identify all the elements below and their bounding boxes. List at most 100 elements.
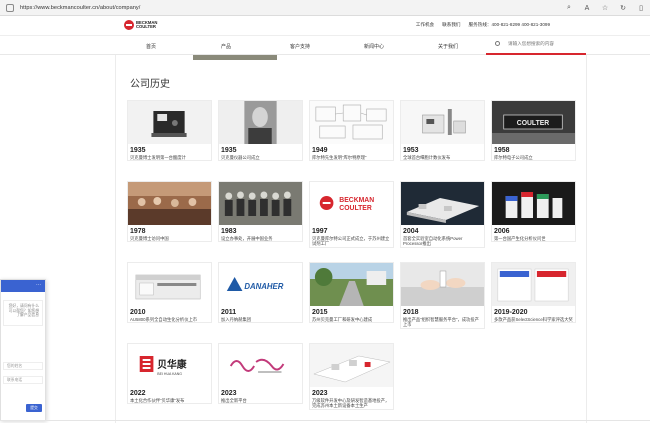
card-desc: 贝克曼博士访问中国 <box>130 236 169 241</box>
card-desc: 第一台国产生化分析仪问世 <box>494 236 546 241</box>
browser-address-bar[interactable]: https://www.beckmancoulter.cn/about/comp… <box>0 0 650 16</box>
history-card[interactable]: 2023 万级软件开发中心及研发智造基地投产，完成苏州本土新设备本土生产 <box>309 343 394 410</box>
beckman-logo[interactable]: BECKMAN COULTER <box>124 20 157 30</box>
top-links: 工作机会 联系我们 服务热线：400-821-8299 400-821-3099 <box>416 22 550 28</box>
card-year: 1953 <box>403 147 419 154</box>
card-year: 1978 <box>130 228 146 235</box>
history-card[interactable]: 贝华康 BEI HUA KANG 2022 本土化合作伙伴“贝华康”发布 <box>127 343 212 405</box>
history-card[interactable]: 2015 苏州贝克曼工厂和研发中心建成 <box>309 262 394 324</box>
card-image <box>401 101 484 144</box>
card-image: DANAHER <box>219 263 302 306</box>
reader-icon[interactable]: ▯ <box>632 4 650 12</box>
search-icon[interactable]: ⌕ <box>560 4 578 12</box>
favorite-icon[interactable]: ☆ <box>596 4 614 12</box>
card-year: 2023 <box>312 390 328 397</box>
history-card[interactable]: DANAHER 2011 加入丹纳赫集团 <box>218 262 303 324</box>
card-year: 1983 <box>221 228 237 235</box>
service-hotline: 服务热线：400-821-8299 400-821-3099 <box>468 22 550 27</box>
site-info-icon[interactable] <box>6 3 14 12</box>
history-card[interactable]: 1978 贝克曼博士访问中国 <box>127 181 212 243</box>
card-image <box>310 101 393 144</box>
card-year: 2011 <box>221 309 237 316</box>
nav-about[interactable]: 关于我们 <box>438 43 458 50</box>
card-desc: 贝克曼仪器公司成立 <box>221 155 260 160</box>
card-desc: 推出全新平台 <box>221 398 247 403</box>
card-desc: 加入丹纳赫集团 <box>221 317 252 322</box>
more-icon[interactable]: ··· <box>36 282 41 288</box>
svg-text:BECKMAN: BECKMAN <box>339 197 374 204</box>
link-careers[interactable]: 工作机会 <box>416 22 434 28</box>
chat-widget[interactable]: ··· 您好，请问有什么可以帮您？如您想了解产品信息 您的姓名 联系电话 提交 <box>0 279 46 421</box>
card-desc: 首套全实验室自动化系统Power Processor推出 <box>403 236 463 247</box>
history-card[interactable]: 2004 首套全实验室自动化系统Power Processor推出 <box>400 181 485 248</box>
history-card[interactable]: COULTER 1958 库尔特电子公司成立 <box>491 100 576 162</box>
banner-remnant <box>193 55 277 60</box>
nav-products[interactable]: 产品 <box>221 43 231 50</box>
browser-toolbar: ⌕ A ☆ ↻ ▯ <box>560 0 650 16</box>
chat-phone-field[interactable]: 联系电话 <box>3 376 43 384</box>
card-year: 1958 <box>494 147 510 154</box>
history-card[interactable]: 1953 全球首台细胞计数仪发布 <box>400 100 485 162</box>
card-year: 2023 <box>221 390 237 397</box>
search-input[interactable] <box>508 41 582 46</box>
svg-text:DANAHER: DANAHER <box>244 282 283 291</box>
history-card[interactable]: 1935 贝克曼仪器公司成立 <box>218 100 303 162</box>
svg-text:COULTER: COULTER <box>339 205 371 212</box>
history-card[interactable]: 2018 推出产品“组织智慧服务平台”，成功投产上市 <box>400 262 485 329</box>
link-contact[interactable]: 联系我们 <box>442 22 460 28</box>
card-year: 1935 <box>130 147 146 154</box>
card-year: 2022 <box>130 390 146 397</box>
card-image <box>219 101 302 144</box>
card-image: BECKMAN COULTER <box>310 182 393 225</box>
read-aloud-icon[interactable]: A <box>578 5 596 12</box>
card-desc: 设立办事处，开展中国业务 <box>221 236 273 241</box>
history-card[interactable]: 2023 推出全新平台 <box>218 343 303 405</box>
history-card[interactable]: 2006 第一台国产生化分析仪问世 <box>491 181 576 243</box>
nav-news[interactable]: 新闻中心 <box>364 43 384 50</box>
card-desc: 多款产品获SelectScience科学家评选大奖 <box>494 317 573 322</box>
site-search[interactable] <box>486 36 586 55</box>
search-icon <box>495 41 500 46</box>
history-card[interactable]: 1949 库尔特先生发明“库尔特原理” <box>309 100 394 162</box>
chat-header[interactable]: ··· <box>1 280 45 292</box>
card-image <box>128 101 211 144</box>
logo-mark-icon <box>124 20 134 30</box>
card-desc: AU5800系列全自动生化分析仪上市 <box>130 317 198 322</box>
history-card[interactable]: BECKMAN COULTER 1997 贝克曼库尔特公司正式成立，于苏州建立试… <box>309 181 394 248</box>
card-desc: 万级软件开发中心及研发智造基地投产，完成苏州本土新设备本土生产 <box>312 398 390 409</box>
card-year: 2015 <box>312 309 328 316</box>
svg-text:贝华康: 贝华康 <box>157 358 186 371</box>
svg-text:BEI HUA KANG: BEI HUA KANG <box>157 372 182 376</box>
nav-home[interactable]: 首页 <box>146 43 156 50</box>
card-year: 2006 <box>494 228 510 235</box>
card-image <box>492 182 575 225</box>
company-history-section: 公司历史 1935 贝克曼博士发明第一台酸度计 1935 贝克曼仪器公司成立 1… <box>115 55 587 423</box>
history-card[interactable]: 2010 AU5800系列全自动生化分析仪上市 <box>127 262 212 324</box>
history-card[interactable]: 1935 贝克曼博士发明第一台酸度计 <box>127 100 212 162</box>
history-card[interactable]: 1983 设立办事处，开展中国业务 <box>218 181 303 243</box>
card-image: COULTER <box>492 101 575 144</box>
card-image <box>401 263 484 306</box>
chat-name-field[interactable]: 您的姓名 <box>3 362 43 370</box>
card-image: 贝华康 BEI HUA KANG <box>128 344 211 387</box>
chat-message: 您好，请问有什么可以帮您？如您想了解产品信息 <box>3 300 43 326</box>
card-image <box>310 263 393 306</box>
card-year: 2019-2020 <box>494 309 528 316</box>
main-nav: 首页 产品 客户支持 新闻中心 关于我们 <box>0 35 650 55</box>
card-image <box>310 344 393 387</box>
card-year: 1949 <box>312 147 328 154</box>
card-image <box>401 182 484 225</box>
url-text[interactable]: https://www.beckmancoulter.cn/about/comp… <box>20 5 140 11</box>
card-year: 2018 <box>403 309 419 316</box>
refresh-icon[interactable]: ↻ <box>614 4 632 12</box>
card-image <box>492 263 575 306</box>
card-image <box>128 263 211 306</box>
card-desc: 推出产品“组织智慧服务平台”，成功投产上市 <box>403 317 479 328</box>
history-card[interactable]: 2019-2020 多款产品获SelectScience科学家评选大奖 <box>491 262 576 324</box>
card-image <box>219 182 302 225</box>
card-year: 1935 <box>221 147 237 154</box>
card-image <box>128 182 211 225</box>
card-desc: 库尔特电子公司成立 <box>494 155 533 160</box>
nav-support[interactable]: 客户支持 <box>290 43 310 50</box>
chat-submit-button[interactable]: 提交 <box>26 404 42 412</box>
